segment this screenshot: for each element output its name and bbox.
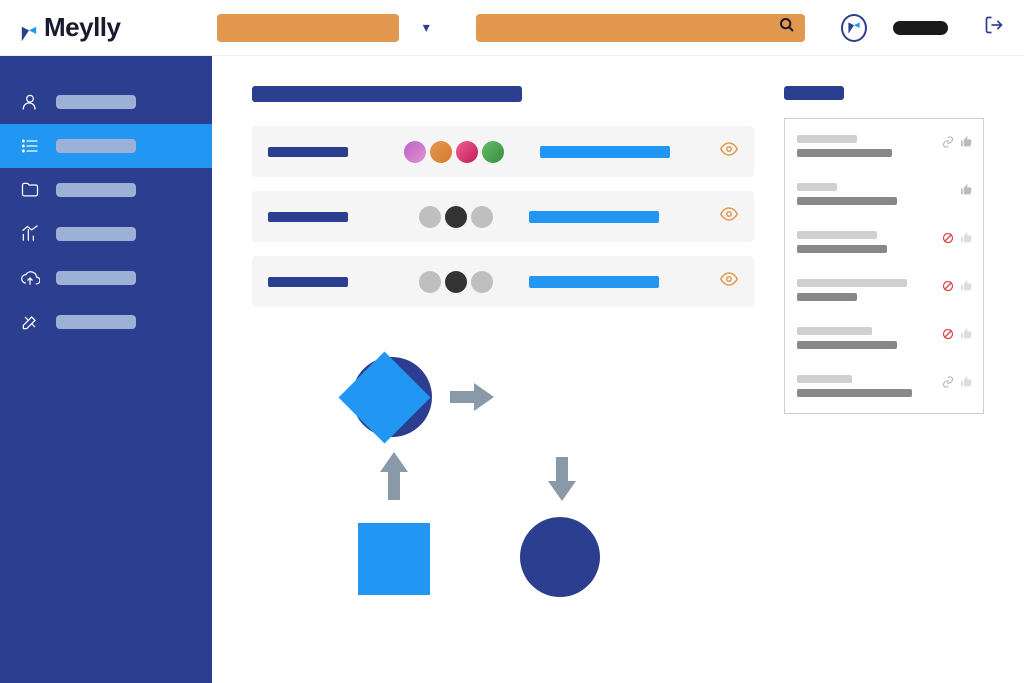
row-avatars [404, 141, 504, 163]
sidebar-item-list[interactable] [0, 124, 212, 168]
context-dropdown[interactable] [217, 14, 399, 42]
sidebar-item-label [56, 95, 136, 109]
activity-panel [784, 86, 984, 653]
row-title [268, 212, 348, 222]
activity-item[interactable] [797, 375, 971, 397]
chart-icon [20, 224, 40, 244]
logout-icon[interactable] [984, 15, 1004, 41]
avatar-placeholder-icon [419, 271, 441, 293]
activity-item[interactable] [797, 183, 971, 205]
user-avatar[interactable] [841, 14, 867, 42]
app-header: Meylly ▾ [0, 0, 1024, 56]
activity-item[interactable] [797, 279, 971, 301]
logo-mark-icon [20, 19, 38, 37]
activity-title [797, 327, 872, 335]
thumbs-up-icon[interactable] [960, 231, 973, 247]
sidebar-item-label [56, 271, 136, 285]
link-icon[interactable] [942, 376, 954, 391]
sidebar-item-upload[interactable] [0, 256, 212, 300]
sidebar-nav [0, 56, 212, 683]
flowchart-process-node [358, 523, 430, 595]
block-icon[interactable] [942, 280, 954, 295]
sidebar-item-label [56, 227, 136, 241]
avatar-icon [430, 141, 452, 163]
brand-logo[interactable]: Meylly [20, 12, 121, 43]
row-title [268, 147, 348, 157]
activity-subtitle [797, 197, 897, 205]
activity-title [797, 279, 907, 287]
arrow-down-icon [544, 457, 580, 506]
thumbs-up-icon[interactable] [960, 375, 973, 391]
activity-subtitle [797, 149, 892, 157]
tools-icon [20, 312, 40, 332]
block-icon[interactable] [942, 232, 954, 247]
arrow-right-icon [450, 379, 494, 420]
row-title [268, 277, 348, 287]
activity-subtitle [797, 389, 912, 397]
brand-name: Meylly [44, 12, 121, 43]
list-icon [20, 136, 40, 156]
page-title [252, 86, 522, 102]
thumbs-up-icon[interactable] [960, 327, 973, 343]
activity-item[interactable] [797, 135, 971, 157]
search-input[interactable] [476, 14, 806, 42]
row-avatars [419, 206, 493, 228]
eye-icon[interactable] [720, 270, 738, 293]
row-progress [529, 211, 659, 223]
activity-subtitle [797, 245, 887, 253]
user-name [893, 21, 948, 35]
flowchart-diagram [352, 357, 652, 617]
chevron-down-icon[interactable]: ▾ [423, 19, 430, 36]
panel-card [784, 118, 984, 414]
sidebar-item-label [56, 315, 136, 329]
sidebar-item-folder[interactable] [0, 168, 212, 212]
block-icon[interactable] [942, 328, 954, 343]
row-avatars [419, 271, 493, 293]
user-icon [20, 92, 40, 112]
row-progress [540, 146, 670, 158]
sidebar-item-label [56, 139, 136, 153]
activity-title [797, 375, 852, 383]
link-icon[interactable] [942, 136, 954, 151]
sidebar-item-tools[interactable] [0, 300, 212, 344]
folder-icon [20, 180, 40, 200]
eye-icon[interactable] [720, 205, 738, 228]
upload-cloud-icon [20, 268, 40, 288]
avatar-placeholder-icon [445, 271, 467, 293]
thumbs-up-icon[interactable] [960, 183, 973, 199]
list-row[interactable] [252, 256, 754, 307]
row-progress [529, 276, 659, 288]
activity-title [797, 135, 857, 143]
main-content [212, 56, 1024, 683]
avatar-icon [404, 141, 426, 163]
arrow-up-icon [376, 452, 412, 505]
activity-title [797, 183, 837, 191]
avatar-icon [482, 141, 504, 163]
avatar-placeholder-icon [445, 206, 467, 228]
search-icon [779, 17, 795, 38]
thumbs-up-icon[interactable] [960, 279, 973, 295]
avatar-placeholder-icon [419, 206, 441, 228]
sidebar-item-profile[interactable] [0, 80, 212, 124]
activity-item[interactable] [797, 231, 971, 253]
list-row[interactable] [252, 191, 754, 242]
eye-icon[interactable] [720, 140, 738, 163]
flowchart-end-node [520, 517, 600, 597]
sidebar-item-analytics[interactable] [0, 212, 212, 256]
activity-title [797, 231, 877, 239]
activity-item[interactable] [797, 327, 971, 349]
activity-subtitle [797, 341, 897, 349]
panel-title [784, 86, 844, 100]
sidebar-item-label [56, 183, 136, 197]
avatar-placeholder-icon [471, 271, 493, 293]
thumbs-up-icon[interactable] [960, 135, 973, 151]
avatar-placeholder-icon [471, 206, 493, 228]
list-row[interactable] [252, 126, 754, 177]
avatar-icon [456, 141, 478, 163]
activity-subtitle [797, 293, 857, 301]
